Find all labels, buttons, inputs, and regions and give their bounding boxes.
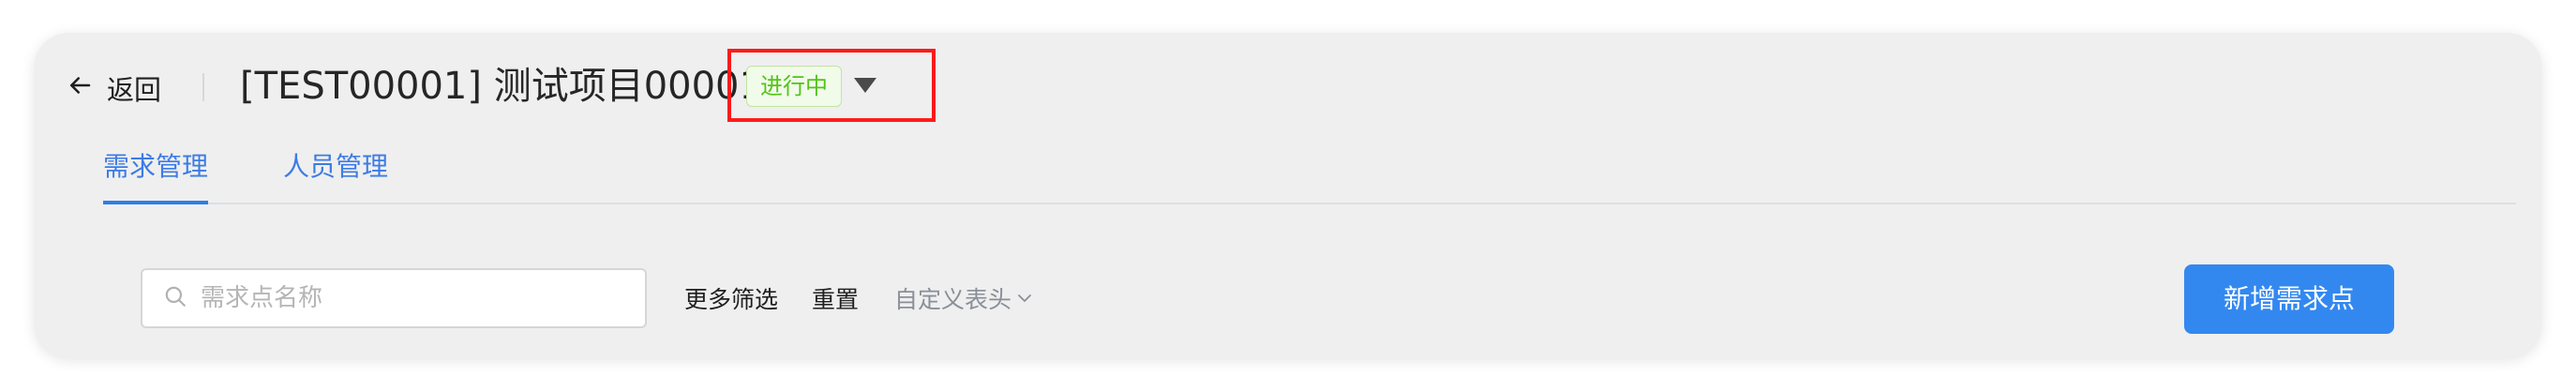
header-divider [202,73,204,101]
more-filters-button[interactable]: 更多筛选 [684,281,778,319]
add-requirement-button[interactable]: 新增需求点 [2184,264,2394,334]
search-field[interactable] [141,268,647,328]
search-icon [163,284,199,312]
chevron-down-icon [1011,281,1034,319]
search-input[interactable] [199,283,634,313]
custom-header-label: 自定义表头 [894,286,1012,313]
back-button[interactable]: 返回 [66,68,161,109]
tab-active-indicator [103,201,208,204]
tab-members[interactable]: 人员管理 [283,148,388,186]
arrow-left-icon [66,71,107,106]
reset-button[interactable]: 重置 [812,281,859,319]
highlight-annotation [727,49,936,122]
custom-header-button[interactable]: 自定义表头 [894,281,1034,319]
tabs-baseline [103,203,2516,204]
tab-requirements[interactable]: 需求管理 [103,148,208,186]
page-title: [TEST00001] 测试项目00001 [240,65,763,108]
back-label: 返回 [107,74,162,106]
